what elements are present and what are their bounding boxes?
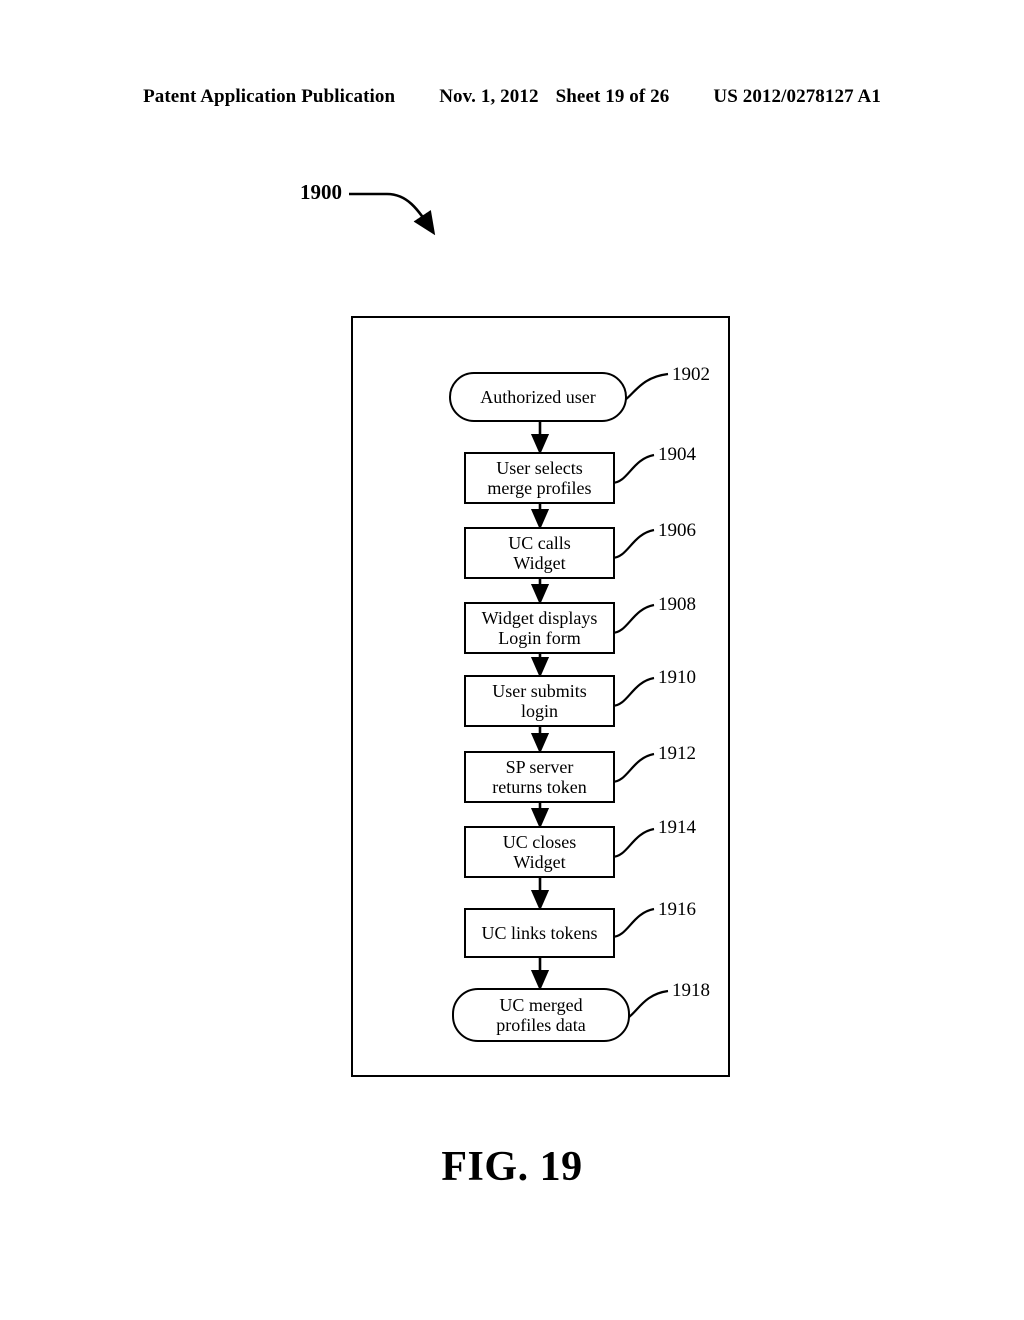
flow-node-1916-line1: UC links tokens — [481, 922, 598, 943]
reference-number-1910: 1910 — [658, 667, 696, 688]
flow-node-1912-line2: returns token — [492, 777, 587, 797]
flow-node-1916: UC links tokens — [464, 908, 615, 958]
flow-node-1912-line1: SP server — [505, 756, 574, 777]
flow-node-1906-line2: Widget — [513, 553, 566, 573]
flow-node-1908-line2: Login form — [498, 628, 581, 648]
flow-node-1902-line1: Authorized user — [480, 386, 596, 407]
header-date: Nov. 1, 2012 — [439, 86, 539, 107]
flow-node-1914-line2: Widget — [513, 852, 566, 872]
figure-reference-label: 1900 — [300, 180, 342, 204]
flow-node-1904: User selects merge profiles — [464, 452, 615, 504]
flow-node-1912: SP server returns token — [464, 751, 615, 803]
reference-number-1914: 1914 — [658, 817, 696, 838]
reference-number-1908: 1908 — [658, 594, 696, 615]
flow-node-1918: UC merged profiles data — [452, 988, 630, 1042]
flow-node-1910: User submits login — [464, 675, 615, 727]
flow-node-1910-line2: login — [520, 701, 558, 721]
reference-number-1912: 1912 — [658, 743, 696, 764]
figure-reference-arrow-icon — [349, 192, 436, 236]
flow-node-1906: UC calls Widget — [464, 527, 615, 579]
flow-node-1908: Widget displays Login form — [464, 602, 615, 654]
flow-node-1914: UC closes Widget — [464, 826, 615, 878]
reference-number-1902: 1902 — [672, 364, 710, 385]
flow-node-1902: Authorized user — [449, 372, 627, 422]
header-publication-title: Patent Application Publication — [143, 86, 396, 107]
flow-node-1908-line1: Widget displays — [481, 607, 598, 628]
figure-caption: FIG. 19 — [441, 1144, 583, 1190]
header-patent-number: US 2012/0278127 A1 — [713, 86, 881, 107]
header-sheet-number: Sheet 19 of 26 — [555, 86, 670, 107]
flow-node-1910-line1: User submits — [492, 680, 587, 701]
reference-number-1916: 1916 — [658, 899, 696, 920]
flow-node-1918-line2: profiles data — [496, 1015, 586, 1035]
flow-node-1904-line1: User selects — [496, 457, 583, 478]
reference-number-1906: 1906 — [658, 520, 696, 541]
reference-number-1904: 1904 — [658, 444, 696, 465]
flow-node-1906-line1: UC calls — [508, 532, 571, 553]
flow-node-1914-line1: UC closes — [502, 831, 577, 852]
flow-node-1904-line2: merge profiles — [487, 478, 592, 498]
flow-node-1918-line1: UC merged — [499, 994, 583, 1015]
page-header: Patent Application Publication Nov. 1, 2… — [0, 86, 1024, 108]
reference-number-1918: 1918 — [672, 980, 710, 1001]
